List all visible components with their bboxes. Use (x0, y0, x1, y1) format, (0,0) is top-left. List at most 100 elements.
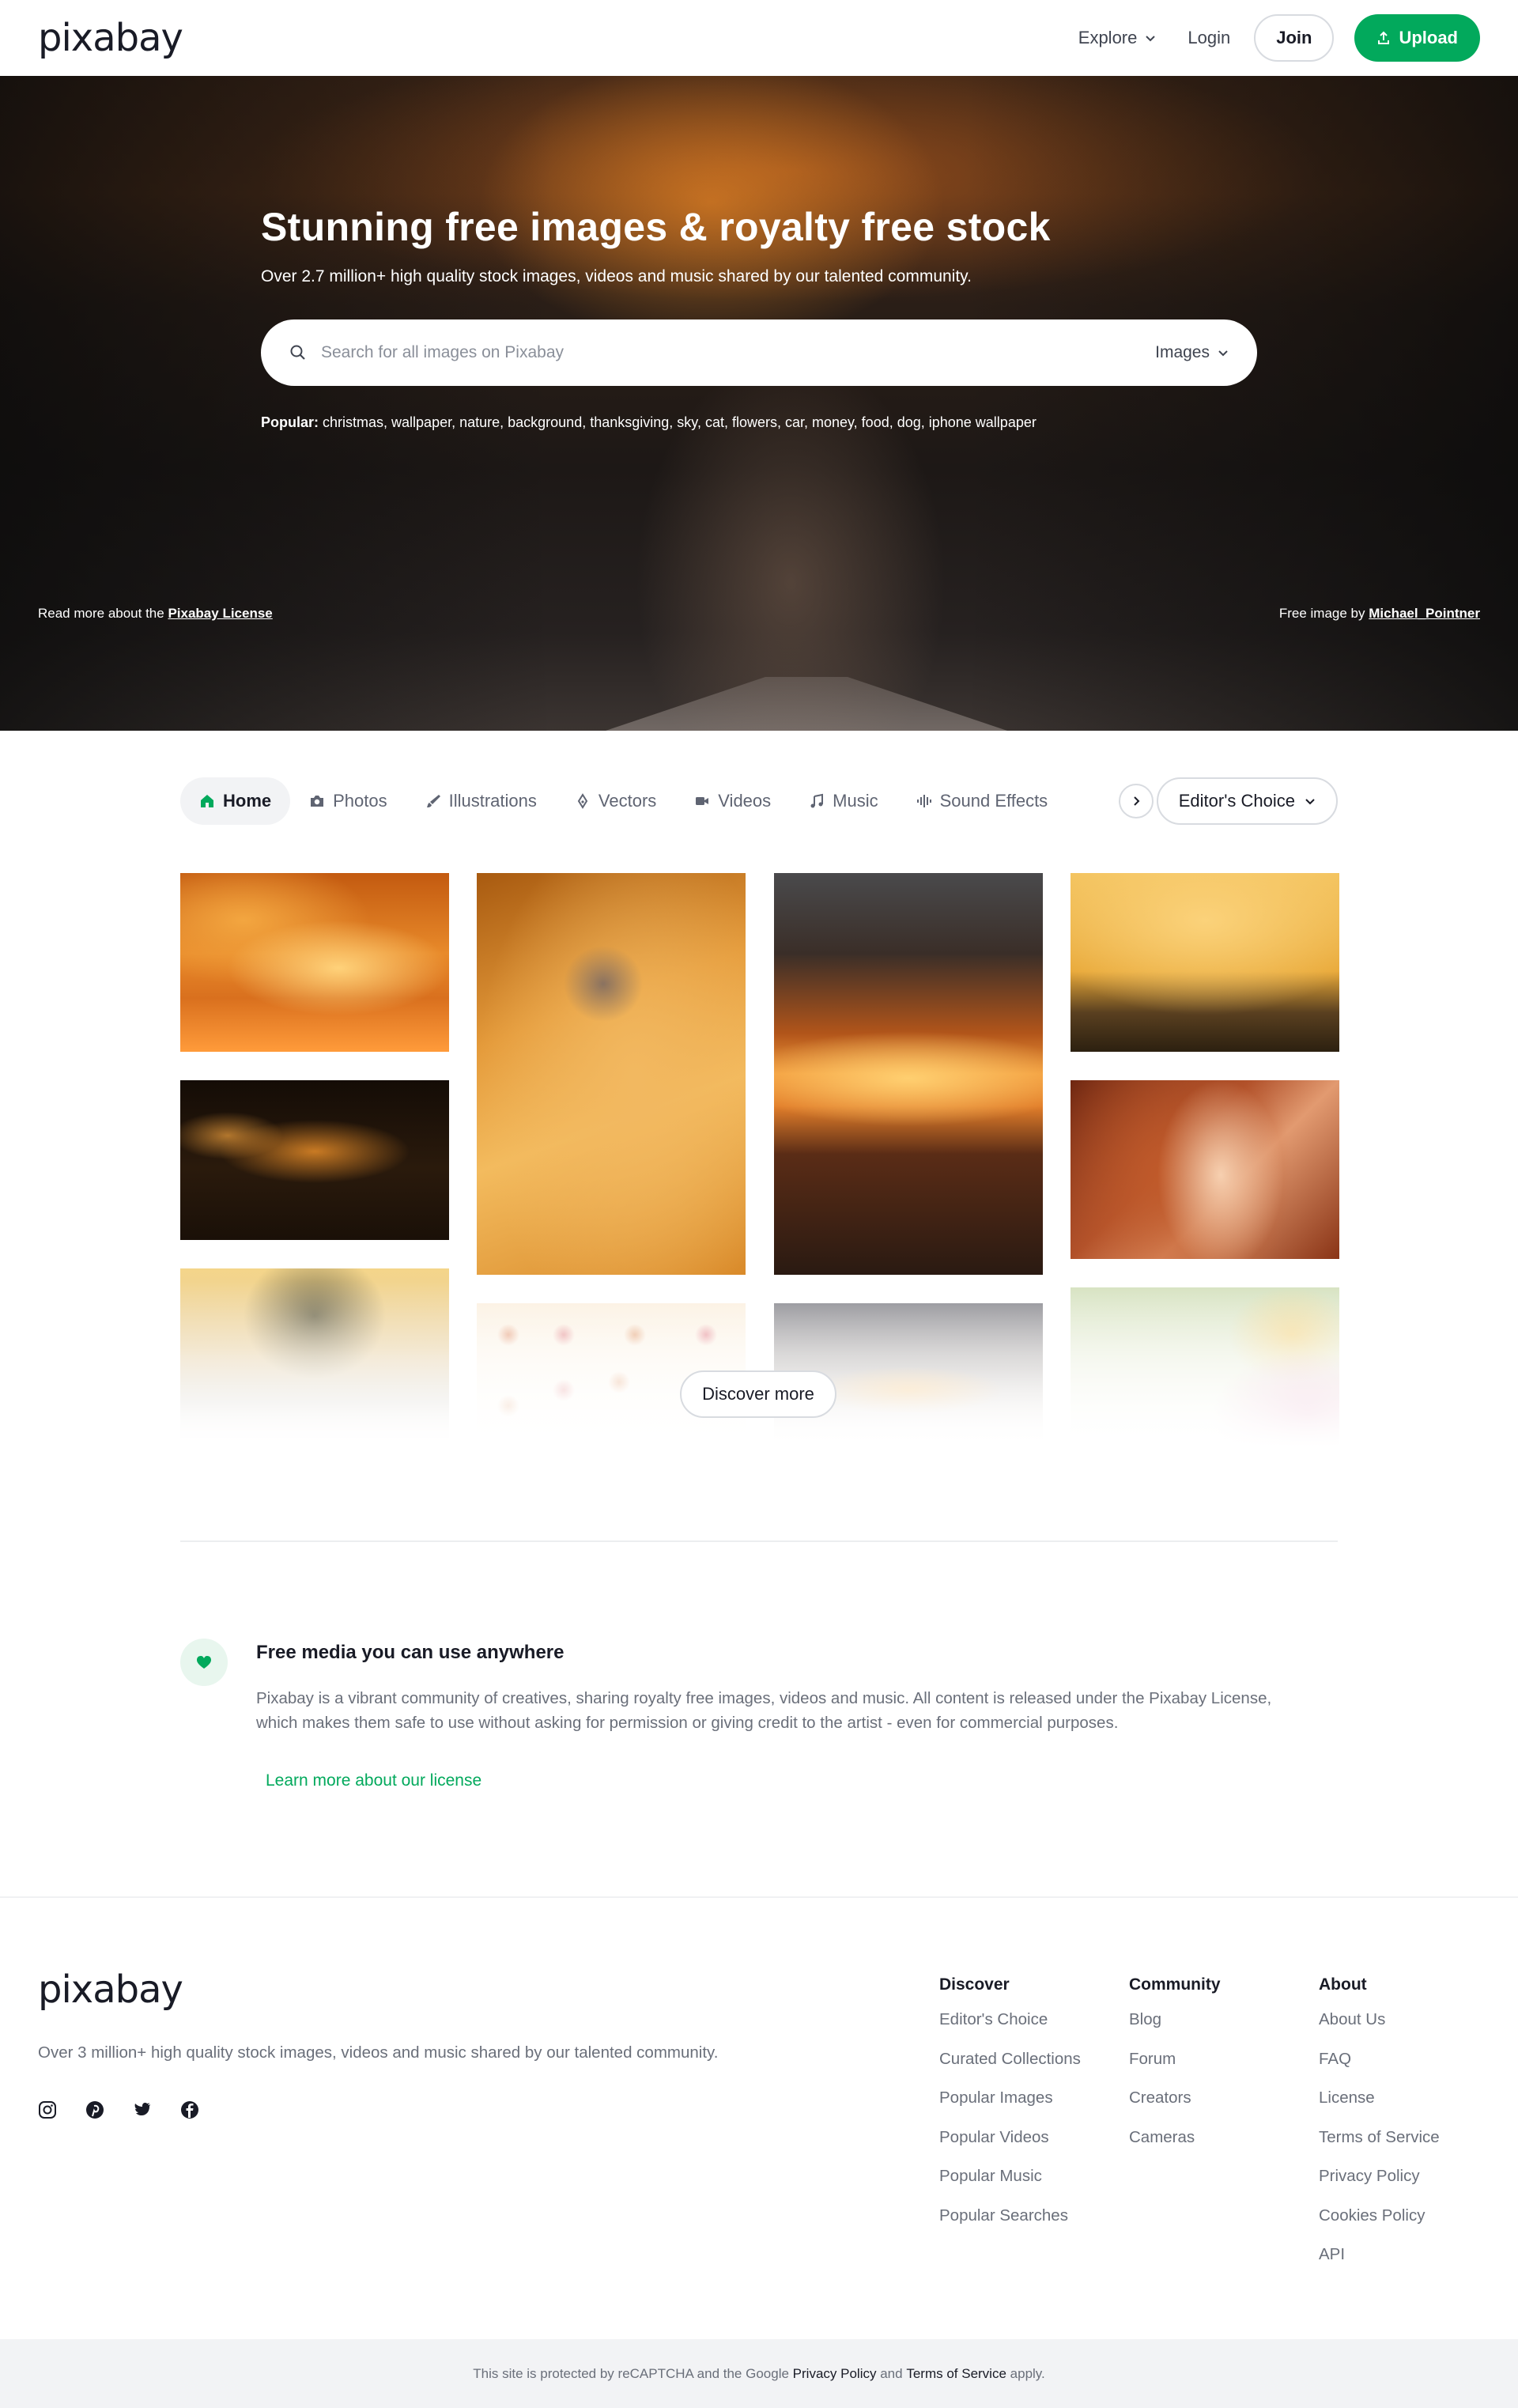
footer-link-privacy-policy[interactable]: Privacy Policy (1319, 2167, 1440, 2206)
info-text: Pixabay is a vibrant community of creati… (256, 1689, 1272, 1732)
tab-sound-effects[interactable]: Sound Effects (897, 777, 1067, 825)
editors-choice-select[interactable]: Editor's Choice (1156, 777, 1338, 825)
hero-road (601, 677, 1012, 731)
brush-icon (426, 795, 440, 807)
search-icon[interactable] (289, 344, 307, 361)
join-button[interactable]: Join (1254, 14, 1335, 62)
upload-label: Upload (1399, 28, 1458, 47)
search-type-label: Images (1155, 343, 1210, 361)
search-input[interactable] (321, 343, 1156, 362)
license-learn-more-link[interactable]: Learn more about our license (266, 1771, 481, 1790)
pen-nib-icon (577, 793, 588, 809)
tab-label: Illustrations (448, 791, 537, 811)
tabs-track: Home Photos Illustrations Vectors Videos… (180, 777, 1128, 825)
waveform-icon (916, 795, 931, 807)
tab-illustrations[interactable]: Illustrations (406, 777, 556, 825)
license-link[interactable]: Pixabay License (168, 606, 272, 621)
footer-link-popular-images[interactable]: Popular Images (939, 2089, 1081, 2128)
footer-link-popular-videos[interactable]: Popular Videos (939, 2128, 1081, 2168)
login-link[interactable]: Login (1188, 28, 1230, 48)
tab-label: Music (833, 791, 878, 811)
license-prefix: Read more about the (38, 606, 164, 621)
chevron-down-icon (1305, 799, 1315, 805)
footer-link-creators[interactable]: Creators (1129, 2089, 1221, 2128)
terms-of-service-link[interactable]: Terms of Service (906, 2366, 1006, 2382)
footer-link-cookies-policy[interactable]: Cookies Policy (1319, 2206, 1440, 2246)
tabs-scroll-right-button[interactable] (1119, 784, 1154, 818)
footer-link-blog[interactable]: Blog (1129, 2010, 1221, 2050)
chevron-right-icon (1134, 796, 1140, 806)
hero-shade-left (0, 76, 553, 731)
footer-link-editors-choice[interactable]: Editor's Choice (939, 2010, 1081, 2050)
footer-link-curated-collections[interactable]: Curated Collections (939, 2050, 1081, 2089)
license-note: Read more about the Pixabay License (38, 606, 273, 622)
tab-label: Videos (718, 791, 772, 811)
tab-photos[interactable]: Photos (290, 777, 406, 825)
tab-music[interactable]: Music (790, 777, 897, 825)
home-icon (201, 795, 213, 807)
footer-column-title: Discover (939, 1975, 1010, 1994)
footer-column-title: Community (1129, 1975, 1221, 1994)
editors-choice-label: Editor's Choice (1178, 791, 1295, 811)
gallery-image-antelope-canyon[interactable] (1071, 1080, 1339, 1259)
footer-link-terms-of-service[interactable]: Terms of Service (1319, 2128, 1440, 2168)
popular-terms[interactable]: christmas, wallpaper, nature, background… (323, 414, 1037, 430)
explore-menu[interactable]: Explore (1078, 28, 1157, 48)
footer-link-faq[interactable]: FAQ (1319, 2050, 1440, 2089)
explore-label: Explore (1078, 28, 1138, 47)
heart-icon (197, 1656, 211, 1669)
footer-link-popular-searches[interactable]: Popular Searches (939, 2206, 1081, 2246)
chevron-down-icon (1218, 350, 1228, 357)
gallery-image-sea-sunset[interactable] (774, 873, 1043, 1275)
info-title: Free media you can use anywhere (256, 1642, 565, 1663)
footer-column-about: About About Us FAQ License Terms of Serv… (1319, 1975, 1440, 2285)
gallery-image-deer-silhouette[interactable] (1071, 873, 1339, 1052)
footer-link-about-us[interactable]: About Us (1319, 2010, 1440, 2050)
tab-home[interactable]: Home (180, 777, 291, 825)
twitter-icon[interactable] (133, 2100, 152, 2119)
chevron-down-icon (1146, 36, 1156, 42)
recaptcha-notice: This site is protected by reCAPTCHA and … (0, 2339, 1518, 2408)
tab-label: Photos (333, 791, 387, 811)
heart-badge (180, 1639, 228, 1686)
tab-videos[interactable]: Videos (675, 777, 790, 825)
search-bar: Images (261, 319, 1257, 386)
upload-button[interactable]: Upload (1354, 14, 1480, 62)
media-type-tabs: Home Photos Illustrations Vectors Videos… (180, 777, 1338, 826)
pixabay-logo[interactable]: pixabay (38, 16, 183, 60)
gallery-image-snail-leaf[interactable] (477, 873, 746, 1275)
gallery-image-night-road[interactable] (180, 1080, 449, 1240)
footer-logo[interactable]: pixabay (38, 1968, 183, 2012)
privacy-policy-link[interactable]: Privacy Policy (793, 2366, 877, 2382)
discover-more-button[interactable]: Discover more (680, 1370, 836, 1418)
gallery-image-orange-clouds[interactable] (180, 873, 449, 1052)
footer-link-api[interactable]: API (1319, 2245, 1440, 2285)
video-camera-icon (696, 797, 709, 805)
section-divider (180, 1540, 1338, 1542)
camera-icon (311, 796, 324, 807)
footer-column-title: About (1319, 1975, 1367, 1994)
search-type-select[interactable]: Images (1155, 343, 1229, 362)
facebook-icon[interactable] (180, 2100, 199, 2119)
footer-link-license[interactable]: License (1319, 2089, 1440, 2128)
music-note-icon (810, 793, 824, 808)
instagram-icon[interactable] (38, 2100, 57, 2119)
footer-link-popular-music[interactable]: Popular Music (939, 2167, 1081, 2206)
tab-vectors[interactable]: Vectors (556, 777, 675, 825)
gallery-fade-overlay (174, 1281, 1344, 1447)
popular-label: Popular: (261, 414, 319, 430)
social-links (38, 2100, 199, 2119)
tab-label: Sound Effects (939, 791, 1048, 811)
credit-author-link[interactable]: Michael_Pointner (1369, 606, 1480, 621)
footer-column-community: Community Blog Forum Creators Cameras (1129, 1975, 1221, 2167)
footer-link-cameras[interactable]: Cameras (1129, 2128, 1221, 2168)
hero-title: Stunning free images & royalty free stoc… (261, 205, 1051, 249)
hero-banner (0, 76, 1518, 731)
hero-shade-right (965, 76, 1518, 731)
popular-searches: Popular: christmas, wallpaper, nature, b… (261, 414, 1037, 431)
upload-icon (1378, 31, 1390, 44)
footer-link-forum[interactable]: Forum (1129, 2050, 1221, 2089)
tab-label: Vectors (598, 791, 657, 811)
pinterest-icon[interactable] (85, 2100, 104, 2119)
footer-column-discover: Discover Editor's Choice Curated Collect… (939, 1975, 1081, 2245)
